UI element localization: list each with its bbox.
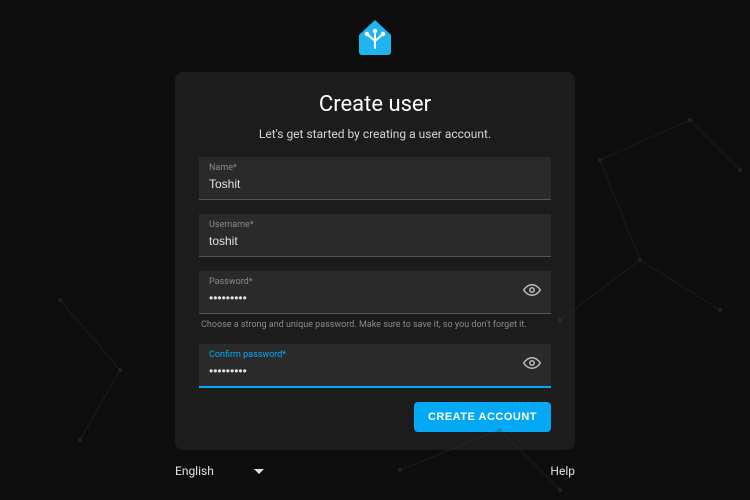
create-user-card: Create user Let's get started by creatin…	[175, 72, 575, 450]
chevron-down-icon	[254, 469, 264, 474]
username-label: Username*	[209, 220, 541, 230]
password-helper: Choose a strong and unique password. Mak…	[201, 320, 551, 330]
eye-icon[interactable]	[523, 354, 541, 376]
page-title: Create user	[199, 92, 551, 117]
confirm-password-input[interactable]	[209, 362, 541, 380]
language-value: English	[175, 464, 214, 478]
help-link[interactable]: Help	[550, 464, 575, 478]
name-input[interactable]	[209, 175, 541, 193]
home-assistant-logo-icon	[355, 18, 395, 56]
password-field[interactable]: Password*	[199, 271, 551, 314]
confirm-password-label: Confirm password*	[209, 350, 541, 360]
footer: English Help	[175, 464, 575, 478]
language-select[interactable]: English	[175, 464, 264, 478]
page-subtitle: Let's get started by creating a user acc…	[199, 127, 551, 141]
create-account-button[interactable]: Create Account	[414, 402, 551, 432]
name-label: Name*	[209, 163, 541, 173]
confirm-password-field[interactable]: Confirm password*	[199, 344, 551, 388]
name-field[interactable]: Name*	[199, 157, 551, 200]
username-input[interactable]	[209, 232, 541, 250]
password-input[interactable]	[209, 289, 541, 307]
eye-icon[interactable]	[523, 281, 541, 303]
username-field[interactable]: Username*	[199, 214, 551, 257]
password-label: Password*	[209, 277, 541, 287]
